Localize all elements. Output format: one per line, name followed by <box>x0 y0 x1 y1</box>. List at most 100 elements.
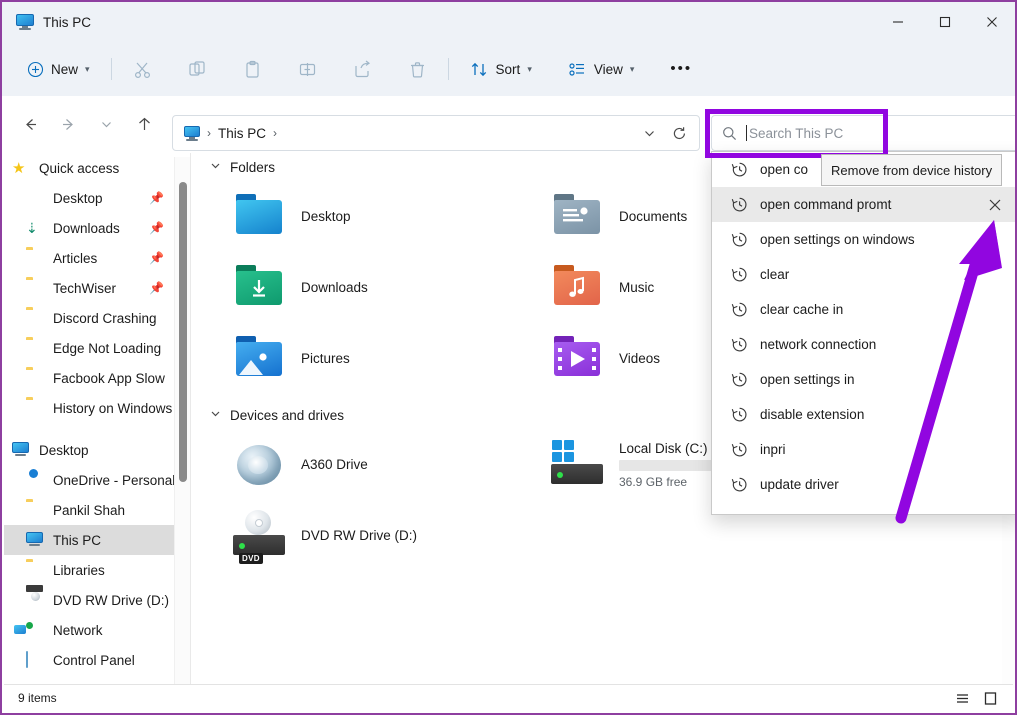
search-suggestion-item[interactable]: open settings on windows <box>712 222 1017 257</box>
folder-tile-desktop[interactable]: Desktop <box>231 181 549 252</box>
breadcrumb-path[interactable]: This PC <box>218 126 266 141</box>
navigation-pane-scrollbar[interactable] <box>174 157 190 685</box>
search-suggestion-item[interactable]: clear cache in <box>712 292 1017 327</box>
search-suggestion-item[interactable]: open command promt <box>712 187 1017 222</box>
downloads-folder-icon <box>231 260 287 316</box>
folder-tile-downloads[interactable]: Downloads <box>231 252 549 323</box>
clipboard-icon <box>243 60 262 79</box>
sidebar-item-desktop[interactable]: Desktop <box>4 435 190 465</box>
sidebar-item-libraries[interactable]: Libraries <box>4 555 190 585</box>
large-icons-view-icon[interactable] <box>979 688 1001 708</box>
sidebar-item-pankil-shah[interactable]: Pankil Shah <box>4 495 190 525</box>
sidebar-item-onedrive-personal[interactable]: OneDrive - Personal <box>4 465 190 495</box>
sidebar-item-discord-crashing[interactable]: Discord Crashing <box>4 303 190 333</box>
recent-locations-button[interactable] <box>90 109 122 141</box>
search-suggestion-item[interactable]: open settings in <box>712 362 1017 397</box>
sidebar-item-label: Network <box>44 623 103 638</box>
drive-tile-a360[interactable]: A360 Drive <box>231 429 549 500</box>
chevron-down-icon[interactable] <box>210 160 221 174</box>
history-clock-icon <box>730 265 749 284</box>
sidebar-item-history-on-windows[interactable]: History on Windows <box>4 393 190 423</box>
sidebar-item-control-panel[interactable]: Control Panel <box>4 645 190 675</box>
folder-tile-pictures[interactable]: Pictures <box>231 323 549 394</box>
search-box[interactable]: Search This PC <box>711 115 1017 151</box>
monitor-icon <box>16 14 34 30</box>
drive-tile-dvd[interactable]: DVD DVD RW Drive (D:) <box>231 500 549 571</box>
copy-button[interactable] <box>177 52 218 86</box>
sidebar-item-dvd-rw-drive-d[interactable]: DVD RW Drive (D:) <box>4 585 190 615</box>
pin-icon[interactable]: 📌 <box>149 251 164 265</box>
refresh-button[interactable] <box>665 119 693 147</box>
forward-button[interactable] <box>52 109 84 141</box>
search-suggestion-item[interactable]: network connection <box>712 327 1017 362</box>
search-suggestion-item[interactable]: disable extension <box>712 397 1017 432</box>
sidebar-item-techwiser[interactable]: TechWiser📌 <box>4 273 190 303</box>
search-suggestion-item[interactable]: inpri <box>712 432 1017 467</box>
close-button[interactable] <box>968 2 1015 42</box>
suggestion-label: open settings on windows <box>749 232 915 247</box>
sort-button[interactable]: Sort ▾ <box>459 52 543 86</box>
history-clock-icon <box>730 370 749 389</box>
view-button[interactable]: View ▾ <box>557 52 646 86</box>
suggestion-label: open settings in <box>749 372 855 387</box>
sidebar-item-facbook-app-slow[interactable]: Facbook App Slow <box>4 363 190 393</box>
view-icon <box>568 60 587 79</box>
navigation-pane: ★Quick accessDesktop📌⇣Downloads📌Articles… <box>4 153 190 688</box>
remove-suggestion-button[interactable] <box>985 195 1005 215</box>
sidebar-item-this-pc[interactable]: This PC <box>4 525 190 555</box>
search-suggestion-item[interactable]: clear <box>712 257 1017 292</box>
sidebar-item-label: Discord Crashing <box>44 311 157 326</box>
share-button[interactable] <box>342 52 383 86</box>
sort-icon <box>470 60 489 79</box>
more-options-button[interactable]: ••• <box>659 52 703 86</box>
scrollbar-thumb[interactable] <box>179 182 187 482</box>
delete-button[interactable] <box>397 52 438 86</box>
sidebar-item-label: Libraries <box>44 563 105 578</box>
suggestion-label: disable extension <box>749 407 864 422</box>
history-clock-icon <box>730 160 749 179</box>
sidebar-item-articles[interactable]: Articles📌 <box>4 243 190 273</box>
windows-logo-icon <box>552 440 574 462</box>
sidebar-item-edge-not-loading[interactable]: Edge Not Loading <box>4 333 190 363</box>
group-title: Devices and drives <box>230 408 344 423</box>
pin-icon[interactable]: 📌 <box>149 191 164 205</box>
sidebar-item-downloads[interactable]: ⇣Downloads📌 <box>4 213 190 243</box>
control-panel-icon <box>26 651 28 668</box>
maximize-button[interactable] <box>921 2 968 42</box>
downloads-icon: ⇣ <box>26 220 38 236</box>
view-toggle-group <box>951 688 1013 708</box>
window-controls <box>874 2 1015 42</box>
minimize-button[interactable] <box>874 2 921 42</box>
tile-label: Documents <box>619 209 687 224</box>
window-title: This PC <box>43 15 91 30</box>
desktop-folder-icon <box>231 189 287 245</box>
details-view-icon[interactable] <box>951 688 973 708</box>
up-button[interactable] <box>128 109 160 141</box>
pin-icon[interactable]: 📌 <box>149 221 164 235</box>
suggestion-label: clear cache in <box>749 302 843 317</box>
rename-icon <box>298 60 317 79</box>
search-input[interactable]: Search This PC <box>747 126 843 141</box>
chevron-down-icon[interactable] <box>210 408 221 422</box>
pin-icon[interactable]: 📌 <box>149 281 164 295</box>
address-bar[interactable]: › This PC › <box>172 115 700 151</box>
tile-label: Desktop <box>301 209 351 224</box>
paste-button[interactable] <box>232 52 273 86</box>
sidebar-item-quick-access[interactable]: ★ Quick access <box>4 153 190 183</box>
back-button[interactable] <box>14 109 46 141</box>
sidebar-item-network[interactable]: Network <box>4 615 190 645</box>
sidebar-item-label: Pankil Shah <box>44 503 125 518</box>
new-button[interactable]: New ▾ <box>16 52 101 86</box>
sidebar-item-desktop[interactable]: Desktop📌 <box>4 183 190 213</box>
rename-button[interactable] <box>287 52 328 86</box>
chevron-down-icon: ▾ <box>85 64 90 75</box>
sidebar-item-label: Quick access <box>30 161 119 176</box>
search-suggestions-dropdown: open coopen command promtopen settings o… <box>711 151 1017 515</box>
cut-button[interactable] <box>122 52 163 86</box>
sort-button-label: Sort <box>496 62 521 77</box>
search-suggestion-item[interactable]: update driver <box>712 467 1017 502</box>
address-dropdown-button[interactable] <box>635 119 663 147</box>
suggestion-label: open command promt <box>749 197 891 212</box>
more-icon: ••• <box>670 62 692 76</box>
star-icon: ★ <box>12 160 25 177</box>
